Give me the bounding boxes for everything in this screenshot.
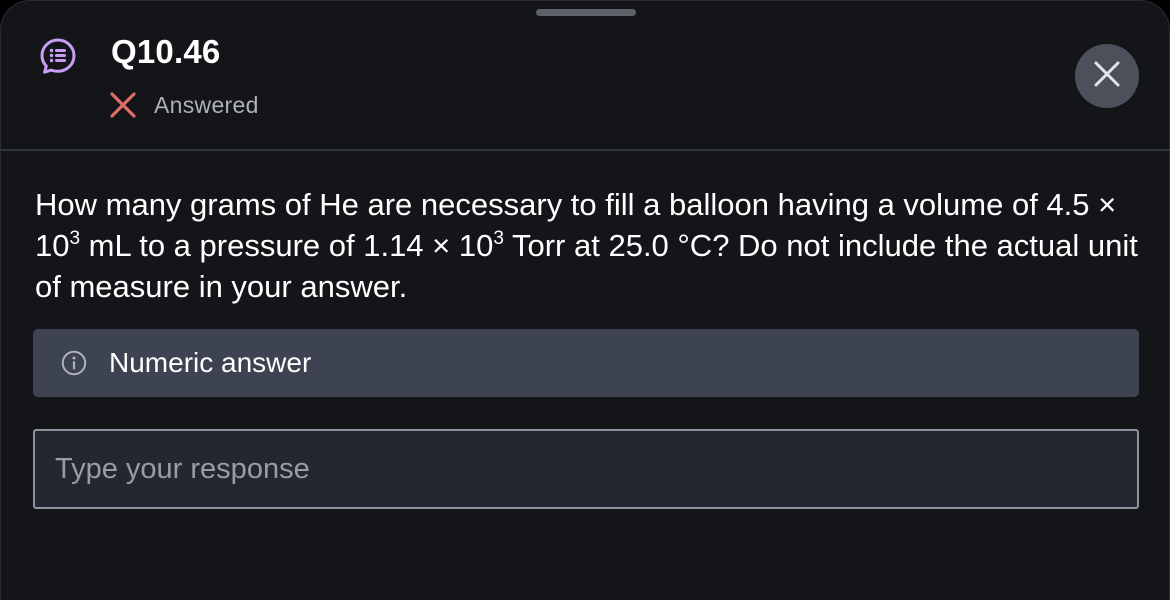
question-text-part2: mL to a pressure of 1.14 × 10 [80,228,494,263]
drag-handle[interactable] [536,9,636,16]
answer-type-label: Numeric answer [109,347,312,378]
status-label: Answered [154,91,259,118]
status-row: Answered [109,91,259,119]
question-title: Q10.46 [111,33,221,70]
question-exponent-1: 3 [69,228,81,249]
question-sheet: Q10.46 Answered How many grams of He are… [0,0,1170,600]
x-mark-icon [109,91,137,119]
response-input[interactable] [33,429,1139,509]
question-exponent-2: 3 [493,228,504,249]
close-button[interactable] [1075,44,1139,108]
chat-list-icon [39,37,77,75]
header-divider [1,149,1170,151]
close-icon [1093,60,1121,93]
info-icon [61,350,87,376]
answer-type-banner: Numeric answer [33,329,1139,397]
question-text: How many grams of He are necessary to fi… [35,184,1145,307]
